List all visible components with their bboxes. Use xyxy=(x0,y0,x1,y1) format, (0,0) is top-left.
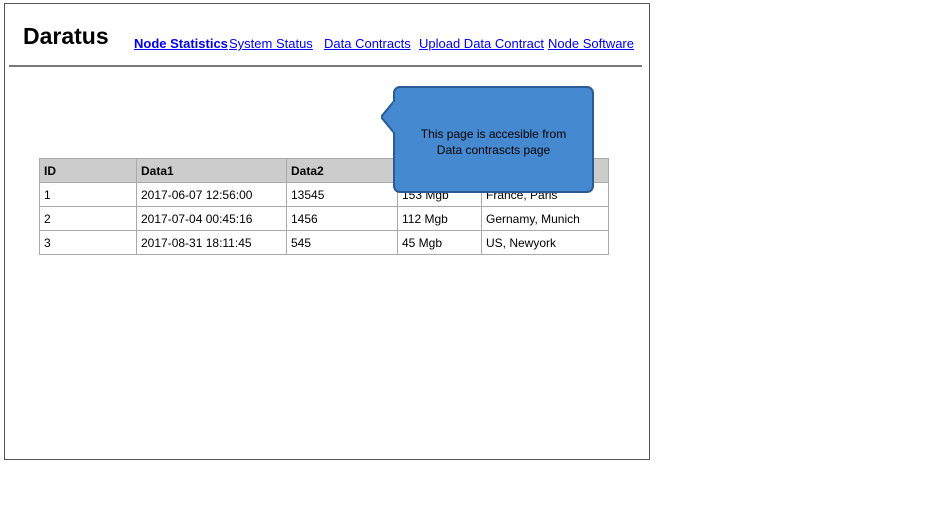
cell: 13545 xyxy=(286,182,398,207)
nav-node-statistics[interactable]: Node Statistics xyxy=(134,36,228,51)
callout-line2: Data contrascts page xyxy=(436,143,551,157)
callout-line1: This page is accesible from xyxy=(420,127,567,141)
header-id: ID xyxy=(39,158,137,183)
callout-pointer-join xyxy=(393,102,397,132)
header-data1: Data1 xyxy=(136,158,287,183)
cell: 2017-07-04 00:45:16 xyxy=(136,206,287,231)
header-divider xyxy=(9,65,642,67)
cell: 2 xyxy=(39,206,137,231)
cell: 1456 xyxy=(286,206,398,231)
cell: 3 xyxy=(39,230,137,255)
nav-system-status[interactable]: System Status xyxy=(229,36,313,51)
cell: Gernamy, Munich xyxy=(481,206,609,231)
nav-upload-data-contract[interactable]: Upload Data Contract xyxy=(419,36,544,51)
cell: 2017-06-07 12:56:00 xyxy=(136,182,287,207)
table-row: 2 2017-07-04 00:45:16 1456 112 Mgb Gernamy, … xyxy=(39,206,609,231)
table-row: 3 2017-08-31 18:11:45 545 45 Mgb US, Newyork xyxy=(39,230,609,255)
nav-data-contracts[interactable]: Data Contracts xyxy=(324,36,411,51)
annotation-callout: This page is accesible from Data contras… xyxy=(393,86,594,193)
cell: 545 xyxy=(286,230,398,255)
cell: 2017-08-31 18:11:45 xyxy=(136,230,287,255)
cell: 1 xyxy=(39,182,137,207)
nav-node-software[interactable]: Node Software xyxy=(548,36,634,51)
cell: 112 Mgb xyxy=(397,206,482,231)
header-data2: Data2 xyxy=(286,158,398,183)
app-title: Daratus xyxy=(23,23,109,49)
cell: US, Newyork xyxy=(481,230,609,255)
cell: 45 Mgb xyxy=(397,230,482,255)
